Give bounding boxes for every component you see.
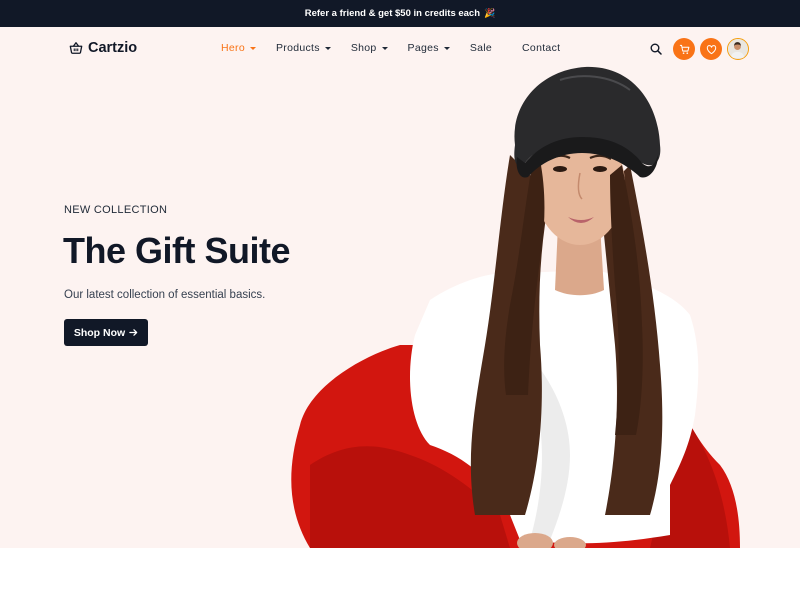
shop-now-label: Shop Now	[73, 326, 126, 339]
announcement-bar: Refer a friend & get $50 in credits each…	[0, 0, 800, 27]
hero-title: The Gift Suite	[63, 230, 291, 271]
announcement-text: Refer a friend & get $50 in credits each	[304, 8, 481, 19]
hero-subtitle: Our latest collection of essential basic…	[64, 289, 266, 301]
hero-eyebrow: NEW COLLECTION	[64, 204, 168, 216]
basket-icon	[69, 42, 83, 54]
hero-model-image	[291, 66, 740, 548]
hero-section: Cartzio Hero Products Shop Pages Sale Co…	[0, 27, 800, 548]
nav-item-label: Hero	[221, 42, 245, 54]
brand-logo[interactable]: Cartzio	[69, 40, 137, 56]
nav-item-hero[interactable]: Hero	[221, 42, 256, 54]
shop-now-button[interactable]: Shop Now	[64, 319, 148, 346]
brand-name: Cartzio	[88, 40, 138, 56]
chevron-down-icon	[249, 47, 256, 50]
party-popper-icon: 🎉	[484, 8, 496, 18]
arrow-right-icon	[129, 329, 138, 336]
